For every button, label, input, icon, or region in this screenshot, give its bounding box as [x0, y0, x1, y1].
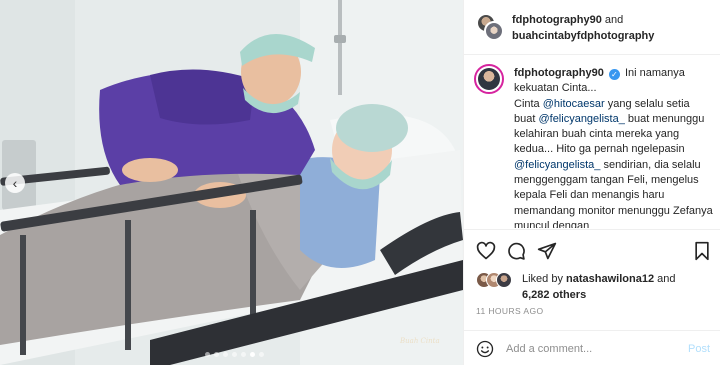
caption-line: Cinta	[514, 97, 543, 110]
liker-avatars	[476, 272, 520, 290]
photo-illustration	[0, 0, 463, 365]
emoji-button[interactable]	[476, 340, 494, 358]
chevron-left-icon: ‹	[12, 175, 18, 191]
avatar	[484, 21, 504, 41]
header-username-2[interactable]: buahcintabyfdphotography	[512, 30, 654, 42]
verified-badge-icon: ✓	[608, 69, 620, 80]
avatar	[496, 272, 512, 288]
mention-link[interactable]: @felicyangelista_	[514, 159, 600, 171]
mention-link[interactable]: @hitocaesar	[543, 98, 605, 110]
likes-prefix: Liked by	[522, 273, 567, 285]
collab-avatars[interactable]	[476, 13, 504, 41]
carousel-dot	[214, 352, 219, 357]
caption-avatar[interactable]	[474, 64, 504, 94]
carousel-dot	[250, 352, 255, 357]
likes-middle: and	[654, 273, 676, 285]
save-button[interactable]	[692, 241, 712, 261]
post-timestamp[interactable]: 11 HOURS AGO	[476, 306, 543, 316]
bookmark-icon	[695, 241, 709, 261]
caption-text: fdphotography90 ✓ Ini namanya kekuatan C…	[514, 66, 714, 228]
carousel-dot	[205, 352, 210, 357]
carousel-dots	[205, 352, 264, 357]
paper-plane-icon	[537, 242, 557, 260]
mention-link[interactable]: @felicyangelista_	[538, 113, 624, 125]
liker-username[interactable]: natashawilona12	[566, 273, 654, 285]
likes-text: Liked by natashawilona12 and 6,282 other…	[522, 271, 717, 303]
header-username-1[interactable]: fdphotography90	[512, 14, 602, 26]
post-photo[interactable]: ‹ Buah Cinta	[0, 0, 463, 365]
likes-count[interactable]: 6,282 others	[522, 289, 586, 301]
carousel-dot	[232, 352, 237, 357]
comment-button[interactable]	[506, 241, 526, 261]
action-bar	[464, 229, 720, 269]
post-button[interactable]: Post	[688, 343, 710, 355]
caption-username[interactable]: fdphotography90	[514, 67, 604, 79]
heart-icon	[476, 241, 496, 260]
comment-input[interactable]	[506, 339, 676, 359]
caption: fdphotography90 ✓ Ini namanya kekuatan C…	[464, 56, 720, 228]
post-header: fdphotography90 and buahcintabyfdphotogr…	[464, 0, 720, 55]
carousel-dot	[259, 352, 264, 357]
comment-bar: Post	[464, 330, 720, 365]
comment-icon	[508, 242, 525, 260]
carousel-dot	[223, 352, 228, 357]
carousel-prev-button[interactable]: ‹	[5, 173, 25, 193]
smiley-icon	[476, 340, 494, 358]
photo-watermark: Buah Cinta	[400, 337, 440, 345]
carousel-dot	[241, 352, 246, 357]
post-side-panel: fdphotography90 and buahcintabyfdphotogr…	[463, 0, 720, 365]
collab-names: fdphotography90 and buahcintabyfdphotogr…	[512, 12, 712, 44]
share-button[interactable]	[537, 241, 557, 261]
header-and-text: and	[604, 14, 624, 26]
likes-summary: Liked by natashawilona12 and 6,282 other…	[476, 270, 717, 303]
like-button[interactable]	[476, 241, 496, 261]
